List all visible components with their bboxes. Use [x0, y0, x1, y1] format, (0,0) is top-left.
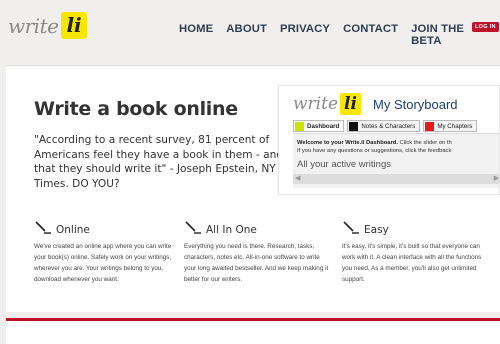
scroll-left-icon: ◀ [295, 175, 301, 182]
feature-title: Easy [364, 224, 389, 236]
preview-tabs: Dashboard Notes & Characters My Chapters [293, 120, 478, 132]
tab-swatch [295, 121, 304, 131]
preview-tab-label: Dashboard [307, 122, 340, 130]
login-button[interactable]: LOG IN [472, 22, 499, 32]
preview-logo-word: write [293, 94, 339, 114]
preview-tab-dashboard: Dashboard [293, 120, 345, 132]
feature-desc: We've created an online app where you ca… [34, 243, 172, 283]
logo-word: write [8, 13, 59, 38]
nav-contact[interactable]: CONTACT [343, 23, 398, 47]
preview-welcome-bold: Welcome to your Write.li Dashboard. [297, 140, 398, 146]
preview-tab-chapters: My Chapters [423, 120, 478, 132]
preview-welcome-line2: If you have any questions or suggestions… [297, 148, 452, 154]
preview-logo-badge: li [340, 93, 361, 115]
tab-swatch [425, 121, 435, 131]
storyboard-preview: write li My Storyboard Dashboard Notes &… [278, 85, 500, 195]
pen-icon [185, 221, 201, 234]
preview-body: Welcome to your Write.li Dashboard. Clic… [293, 133, 499, 188]
preview-title: My Storyboard [373, 97, 458, 112]
nav-about[interactable]: ABOUT [226, 23, 267, 47]
nav-home[interactable]: HOME [179, 23, 213, 47]
feature-desc: It's easy, it's simple, it's built so th… [342, 243, 482, 283]
hero-quote: "According to a recent survey, 81 percen… [34, 134, 284, 190]
site-logo[interactable]: write li [8, 12, 87, 39]
scroll-right-icon: ▶ [493, 175, 499, 182]
main-nav: HOME ABOUT PRIVACY CONTACT JOIN THE BETA [179, 23, 500, 47]
feature-title: Online [56, 224, 90, 236]
preview-scrollbar: ◀ ▶ [293, 174, 499, 184]
preview-tab-label: My Chapters [437, 122, 473, 130]
pen-icon [35, 221, 51, 234]
page-title: Write a book online [34, 98, 238, 120]
nav-privacy[interactable]: PRIVACY [280, 23, 330, 47]
feature-title: All In One [206, 224, 257, 236]
tab-swatch [349, 121, 359, 131]
logo-badge: li [61, 12, 87, 39]
preview-welcome: Welcome to your Write.li Dashboard. Clic… [297, 139, 452, 155]
preview-logo: write li [293, 93, 361, 115]
preview-tab-notes: Notes & Characters [347, 120, 421, 132]
hero-panel: Write a book online "According to a rece… [6, 65, 500, 312]
site-header: write li HOME ABOUT PRIVACY CONTACT JOIN… [0, 0, 500, 58]
preview-welcome-rest: Click the slider on th [397, 140, 452, 146]
feature-desc: Everything you need is there. Research, … [184, 243, 329, 283]
pen-icon [343, 221, 359, 234]
next-section-panel [6, 318, 500, 344]
preview-active-writings: All your active writings [297, 159, 391, 170]
preview-tab-label: Notes & Characters [361, 122, 416, 130]
